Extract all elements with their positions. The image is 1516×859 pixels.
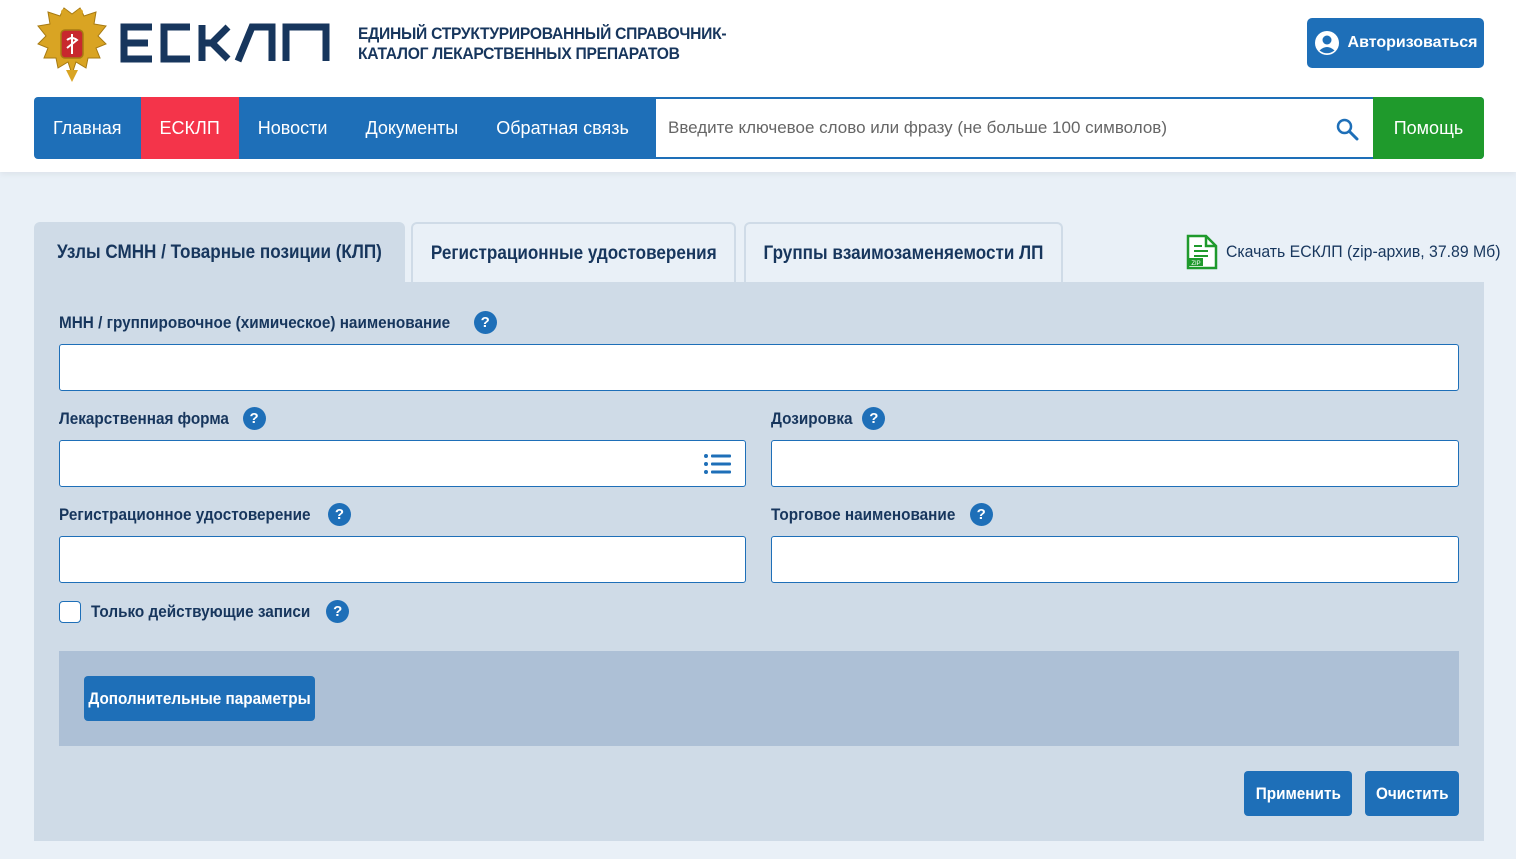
user-icon [1314, 31, 1339, 55]
site-title: ЕДИНЫЙ СТРУКТУРИРОВАННЫЙ СПРАВОЧНИК- КАТ… [358, 24, 744, 64]
zip-icon-text: ZIP [1191, 261, 1200, 267]
apply-button[interactable]: Применить [1244, 771, 1352, 816]
active-only-row: Только действующие записи ? [59, 600, 368, 623]
active-only-label: Только действующие записи [91, 601, 311, 621]
dosage-form-input[interactable] [60, 441, 700, 486]
site-title-line1: ЕДИНЫЙ СТРУКТУРИРОВАННЫЙ СПРАВОЧНИК- [358, 24, 727, 43]
active-only-checkbox[interactable] [59, 600, 81, 623]
help-button[interactable]: Помощь [1373, 97, 1484, 159]
tab-registration-certificates-label: Регистрационные удостоверения [430, 243, 717, 264]
mnn-field-wrap [59, 344, 1459, 391]
clear-button-label: Очистить [1375, 783, 1449, 803]
dosage-help-icon[interactable]: ? [862, 407, 886, 430]
trade-name-help-icon[interactable]: ? [969, 503, 993, 526]
tab-smnn-klp[interactable]: Узлы СМНН / Товарные позиции (КЛП) [34, 222, 405, 284]
dosage-form-field-wrap [59, 440, 746, 487]
dosage-form-label-row: Лекарственная форма ? [59, 407, 279, 430]
tab-interchangeability-groups-label: Группы взаимозаменяемости ЛП [763, 243, 1044, 264]
tab-registration-certificates[interactable]: Регистрационные удостоверения [411, 222, 736, 284]
nav-item-home[interactable]: Главная [34, 97, 141, 159]
reg-cert-input[interactable] [60, 537, 745, 582]
trade-name-label-row: Торговое наименование ? [771, 503, 1007, 526]
nav-item-feedback[interactable]: Обратная связь [477, 97, 648, 159]
login-button[interactable]: Авторизоваться [1307, 18, 1484, 68]
dosage-form-help-icon[interactable]: ? [242, 407, 266, 430]
mnn-help-icon[interactable]: ? [473, 311, 497, 334]
mnn-label-row: МНН / группировочное (химическое) наимен… [59, 311, 525, 334]
nav-item-news[interactable]: Новости [239, 97, 347, 159]
extra-params-button[interactable]: Дополнительные параметры [84, 676, 315, 721]
clear-button[interactable]: Очистить [1365, 771, 1459, 816]
extra-params-section: Дополнительные параметры [59, 651, 1459, 746]
tab-interchangeability-groups[interactable]: Группы взаимозаменяемости ЛП [744, 222, 1063, 284]
list-icon[interactable] [703, 453, 731, 475]
download-esklp-link[interactable]: ZIP Скачать ЕСКЛП (zip-архив, 37.89 Мб) [1186, 234, 1516, 270]
nav-item-documents[interactable]: Документы [346, 97, 477, 159]
login-button-label: Авторизоваться [1347, 34, 1478, 51]
dosage-form-label: Лекарственная форма [59, 408, 229, 428]
download-esklp-label: Скачать ЕСКЛП (zip-архив, 37.89 Мб) [1226, 242, 1501, 261]
search-input[interactable] [656, 99, 1316, 157]
search-icon[interactable] [1335, 117, 1359, 141]
trade-name-input[interactable] [772, 537, 1458, 582]
nav-search-box [656, 99, 1373, 157]
reg-cert-label: Регистрационное удостоверение [59, 504, 311, 524]
site-header: ЕДИНЫЙ СТРУКТУРИРОВАННЫЙ СПРАВОЧНИК- КАТ… [0, 0, 1516, 172]
main-nav: Главная ЕСКЛП Новости Документы Обратная… [34, 97, 1484, 159]
extra-params-button-label: Дополнительные параметры [88, 688, 311, 708]
mnn-input[interactable] [60, 345, 1458, 390]
nav-item-esklp[interactable]: ЕСКЛП [140, 97, 239, 159]
dosage-field-wrap [771, 440, 1459, 487]
search-form-panel: МНН / группировочное (химическое) наимен… [34, 282, 1484, 841]
site-title-line2: КАТАЛОГ ЛЕКАРСТВЕННЫХ ПРЕПАРАТОВ [358, 44, 680, 63]
reg-cert-help-icon[interactable]: ? [327, 503, 351, 526]
active-only-help-icon[interactable]: ? [326, 600, 350, 623]
trade-name-field-wrap [771, 536, 1459, 583]
dosage-label: Дозировка [771, 408, 853, 428]
coat-of-arms-icon[interactable] [34, 4, 110, 84]
apply-button-label: Применить [1255, 783, 1341, 803]
trade-name-label: Торговое наименование [771, 504, 956, 524]
reg-cert-field-wrap [59, 536, 746, 583]
esklp-logo-icon[interactable] [120, 23, 334, 63]
mnn-label: МНН / группировочное (химическое) наимен… [59, 312, 451, 332]
zip-file-icon: ZIP [1186, 234, 1218, 270]
reg-cert-label-row: Регистрационное удостоверение ? [59, 503, 370, 526]
dosage-label-row: Дозировка ? [771, 407, 893, 430]
tab-smnn-klp-label: Узлы СМНН / Товарные позиции (КЛП) [57, 242, 382, 263]
dosage-input[interactable] [772, 441, 1458, 486]
